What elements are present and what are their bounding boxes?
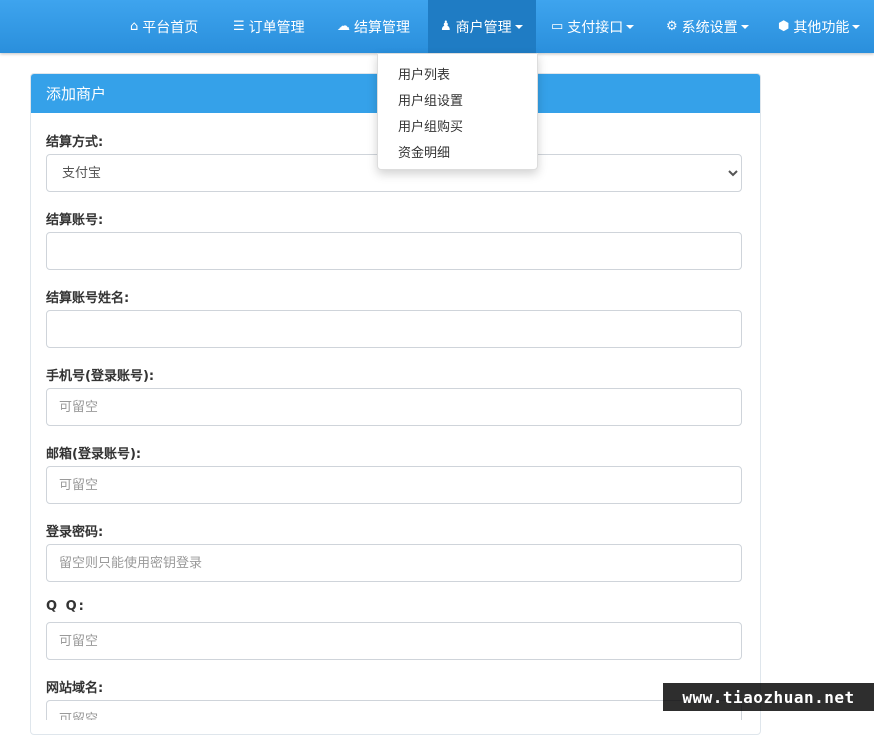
site-watermark: www.tiaozhuan.net <box>663 683 874 711</box>
cloud-icon: ☁ <box>337 19 350 34</box>
dropdown-item-group-settings[interactable]: 用户组设置 <box>398 90 463 109</box>
nav-settlement[interactable]: ☁ 结算管理 <box>337 0 410 53</box>
credit-card-icon: ▭ <box>551 19 564 34</box>
dropdown-item-group-purchase[interactable]: 用户组购买 <box>398 116 463 135</box>
dropdown-item-fund-details[interactable]: 资金明细 <box>398 142 450 161</box>
nav-system[interactable]: ⚙ 系统设置 <box>666 0 749 53</box>
nav-home-label: 平台首页 <box>142 19 199 36</box>
top-navbar: ⌂ 平台首页 ☰ 订单管理 ☁ 结算管理 ♟ 商户管理 ▭ 支付接口 ⚙ 系统设… <box>0 0 874 53</box>
nav-orders-label: 订单管理 <box>248 19 305 36</box>
merchant-dropdown-menu: 用户列表 用户组设置 用户组购买 资金明细 <box>377 53 538 170</box>
domain-input[interactable] <box>46 700 742 720</box>
list-icon: ☰ <box>233 19 245 34</box>
settle-name-input[interactable] <box>46 310 742 348</box>
caret-down-icon <box>740 24 749 29</box>
caret-down-icon <box>852 24 861 29</box>
caret-down-icon <box>514 24 523 29</box>
cube-icon: ⬢ <box>778 19 790 34</box>
settle-method-label: 结算方式: <box>46 135 104 150</box>
phone-input[interactable] <box>46 388 742 426</box>
nav-home[interactable]: ⌂ 平台首页 <box>130 0 198 53</box>
email-input[interactable] <box>46 466 742 504</box>
gear-icon: ⚙ <box>666 19 678 34</box>
user-icon: ♟ <box>440 19 452 34</box>
settle-account-label: 结算账号: <box>46 213 104 228</box>
nav-orders[interactable]: ☰ 订单管理 <box>233 0 305 53</box>
password-input[interactable] <box>46 544 742 582</box>
nav-system-label: 系统设置 <box>681 19 738 36</box>
nav-other[interactable]: ⬢ 其他功能 <box>778 0 861 53</box>
phone-label: 手机号(登录账号): <box>46 369 155 384</box>
nav-settlement-label: 结算管理 <box>354 19 410 36</box>
dropdown-item-user-list[interactable]: 用户列表 <box>398 64 450 83</box>
settle-name-label: 结算账号姓名: <box>46 291 130 306</box>
home-icon: ⌂ <box>130 19 139 34</box>
email-label: 邮箱(登录账号): <box>46 447 142 462</box>
nav-merchants[interactable]: ♟ 商户管理 <box>428 0 536 53</box>
caret-down-icon <box>626 24 635 29</box>
qq-label: Q Q: <box>46 599 86 614</box>
nav-payment[interactable]: ▭ 支付接口 <box>551 0 635 53</box>
qq-input[interactable] <box>46 622 742 660</box>
domain-label: 网站域名: <box>46 681 104 696</box>
nav-other-label: 其他功能 <box>793 19 850 36</box>
nav-payment-label: 支付接口 <box>567 19 624 36</box>
nav-merchants-label: 商户管理 <box>455 19 512 36</box>
password-label: 登录密码: <box>46 525 104 540</box>
settle-account-input[interactable] <box>46 232 742 270</box>
